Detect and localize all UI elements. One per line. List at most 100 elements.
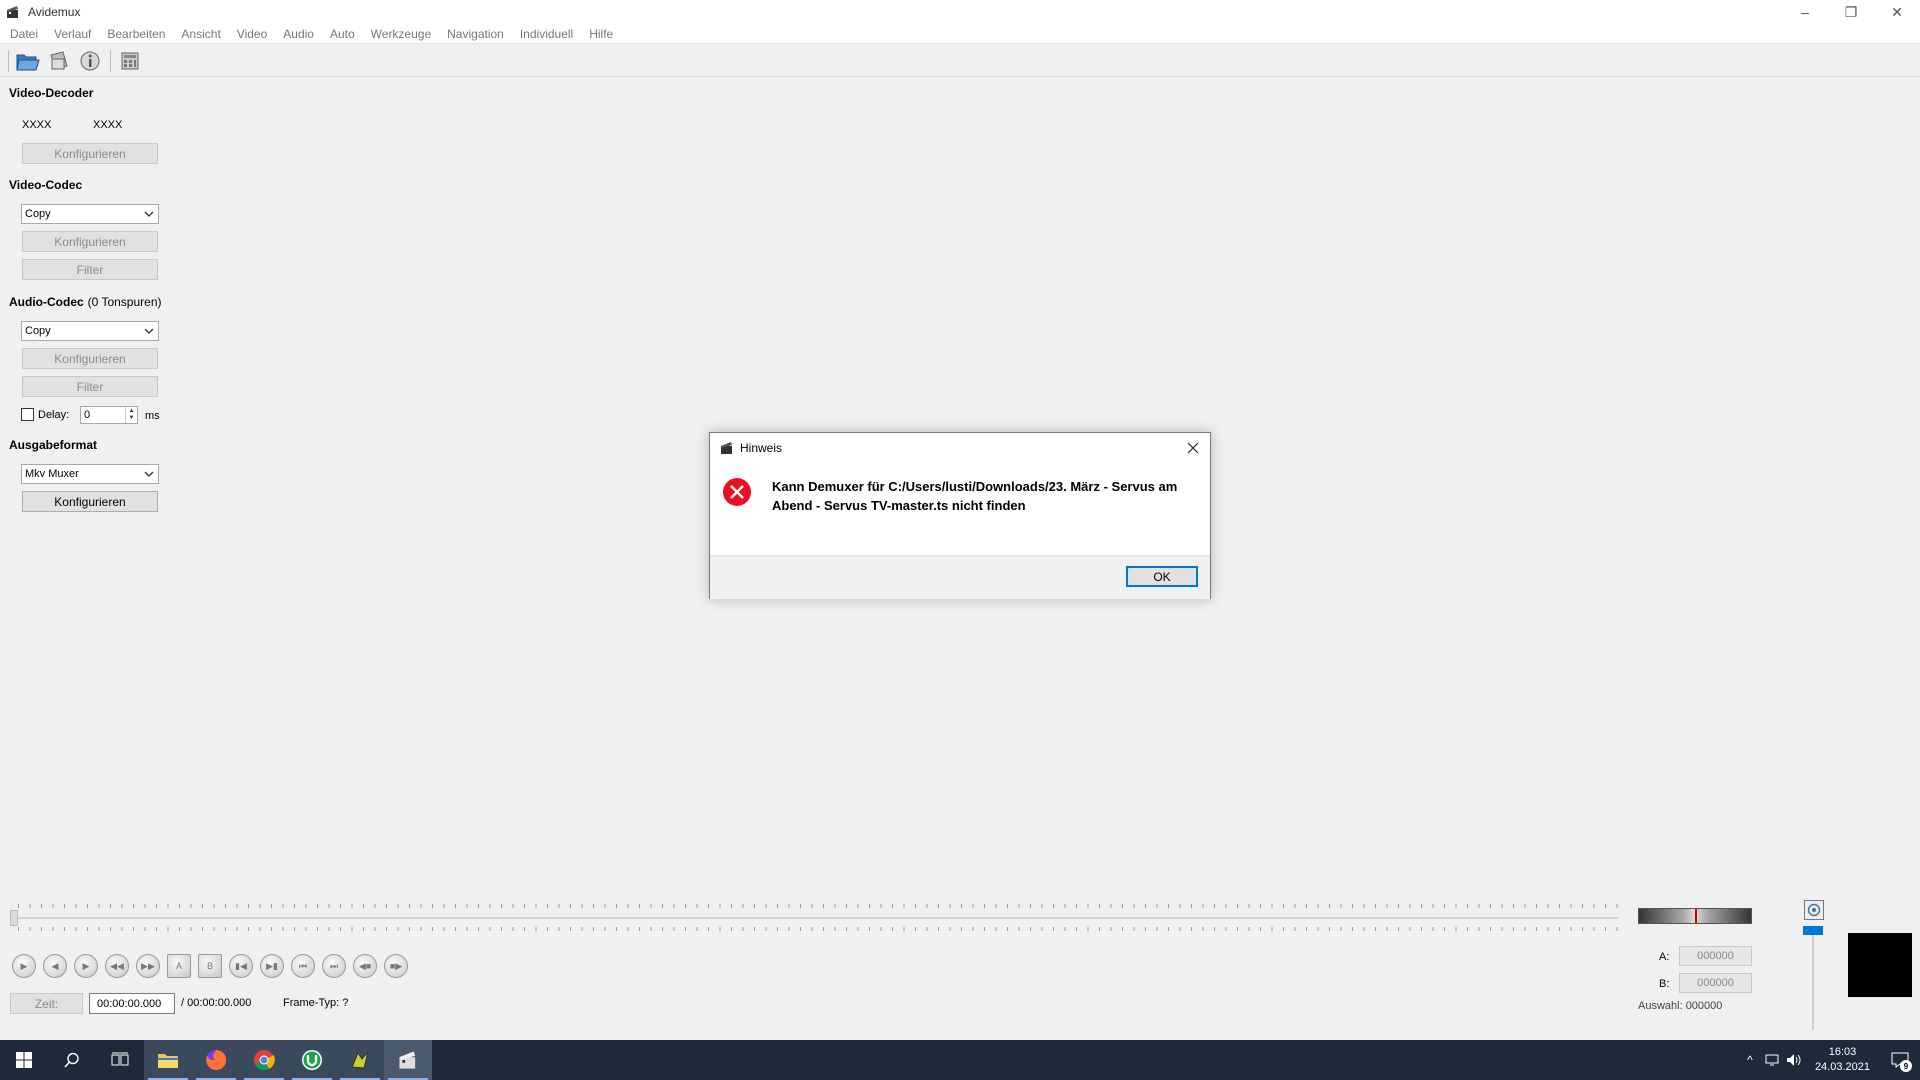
taskbar-file-explorer[interactable]	[144, 1040, 192, 1080]
network-icon-glyph	[1765, 1054, 1779, 1066]
jog-marker	[1695, 909, 1697, 923]
next-frame-button[interactable]: ▶	[74, 954, 98, 978]
volume-tray-icon[interactable]	[1783, 1040, 1805, 1080]
dialog-title-bar: Hinweis	[710, 433, 1210, 463]
set-marker-a-button[interactable]: A	[167, 954, 191, 978]
taskbar-chrome[interactable]	[240, 1040, 288, 1080]
tray-chevron-up-icon[interactable]: ^	[1739, 1040, 1761, 1080]
audio-codec-configure-button[interactable]: Konfigurieren	[22, 348, 158, 369]
selection-length: Auswahl: 000000	[1638, 1000, 1723, 1012]
playback-controls: ▶ ◀ ▶ ◀◀ ▶▶ A B ▮◀ ▶▮ ⏮ ⏭ ◀■ ■▶	[12, 954, 415, 978]
avidemux-app-icon	[7, 6, 18, 18]
video-codec-title: Video-Codec	[9, 178, 83, 192]
black-frame-forward-icon: ■▶	[389, 960, 403, 971]
taskbar-app-yellow[interactable]	[336, 1040, 384, 1080]
toolbar-separator	[8, 49, 9, 72]
dialog-message: Kann Demuxer für C:/Users/lusti/Download…	[772, 479, 1178, 513]
close-icon	[1187, 442, 1199, 454]
volume-button[interactable]	[1804, 900, 1824, 920]
menu-datei[interactable]: Datei	[2, 24, 46, 44]
error-icon	[723, 478, 751, 506]
dialog-footer: OK	[710, 555, 1210, 599]
previous-frame-button[interactable]: ◀	[43, 954, 67, 978]
start-button[interactable]	[0, 1040, 48, 1080]
next-black-frame-button[interactable]: ■▶	[384, 954, 408, 978]
menu-navigation[interactable]: Navigation	[439, 24, 512, 44]
taskbar-avidemux[interactable]	[384, 1040, 432, 1080]
menu-video[interactable]: Video	[229, 24, 275, 44]
delay-value: 0	[84, 409, 91, 421]
calculator-button[interactable]	[117, 48, 143, 74]
goto-start-button[interactable]: ⏮	[291, 954, 315, 978]
save-button[interactable]	[46, 48, 72, 74]
output-format-select[interactable]: Mkv Muxer	[21, 464, 159, 484]
output-format-configure-button[interactable]: Konfigurieren	[22, 491, 158, 512]
ok-button[interactable]: OK	[1126, 566, 1198, 587]
jog-shuttle[interactable]	[1638, 908, 1752, 924]
spin-arrows-icon[interactable]: ▲ ▼	[125, 407, 137, 423]
goto-marker-b-button[interactable]: ▶▮	[260, 954, 284, 978]
dialog-title: Hinweis	[740, 441, 783, 455]
chevron-down-icon	[144, 471, 154, 477]
menu-bearbeiten[interactable]: Bearbeiten	[99, 24, 173, 44]
previous-black-frame-button[interactable]: ◀■	[353, 954, 377, 978]
open-file-button[interactable]	[15, 48, 41, 74]
delay-spinbox[interactable]: 0 ▲ ▼	[80, 406, 138, 424]
set-marker-b-button[interactable]: B	[198, 954, 222, 978]
clock-time: 16:03	[1828, 1046, 1857, 1058]
current-time-input[interactable]: 00:00:00.000	[89, 993, 175, 1014]
goto-marker-a-button[interactable]: ▮◀	[229, 954, 253, 978]
utorrent-icon	[302, 1050, 322, 1070]
yellow-app-icon	[351, 1051, 369, 1069]
menu-werkzeuge[interactable]: Werkzeuge	[363, 24, 439, 44]
close-button[interactable]: ✕	[1874, 0, 1920, 24]
search-button[interactable]	[48, 1040, 96, 1080]
previous-keyframe-button[interactable]: ◀◀	[105, 954, 129, 978]
network-icon[interactable]	[1761, 1040, 1783, 1080]
search-icon	[64, 1052, 79, 1068]
minimize-button[interactable]: –	[1782, 0, 1828, 24]
play-button[interactable]: ▶	[12, 954, 36, 978]
next-keyframe-button[interactable]: ▶▶	[136, 954, 160, 978]
delay-unit: ms	[145, 410, 160, 422]
audio-track-count: (0 Tonspuren)	[87, 295, 162, 309]
menu-verlauf[interactable]: Verlauf	[46, 24, 99, 44]
notification-count: 9	[1900, 1060, 1912, 1072]
menu-individuell[interactable]: Individuell	[512, 24, 581, 44]
time-button[interactable]: Zeit:	[10, 993, 83, 1014]
info-button[interactable]	[77, 48, 103, 74]
rewind-icon: ◀◀	[110, 960, 124, 971]
timeline-ticks	[18, 904, 1618, 908]
volume-slider[interactable]	[1812, 930, 1814, 1030]
menu-audio[interactable]: Audio	[275, 24, 322, 44]
avidemux-app-icon	[721, 442, 732, 454]
taskbar-clock[interactable]: 16:03 24.03.2021	[1815, 1045, 1870, 1075]
video-codec-select[interactable]: Copy	[21, 204, 159, 224]
video-decoder-configure-button[interactable]: Konfigurieren	[22, 143, 158, 164]
video-codec-filter-button[interactable]: Filter	[22, 259, 158, 280]
dialog-close-button[interactable]	[1182, 437, 1204, 459]
skip-start-icon: ⏮	[298, 960, 308, 971]
calculator-icon	[121, 52, 139, 69]
taskbar-utorrent[interactable]	[288, 1040, 336, 1080]
menu-hilfe[interactable]: Hilfe	[581, 24, 621, 44]
audio-codec-select[interactable]: Copy	[21, 321, 159, 341]
taskbar-firefox[interactable]	[192, 1040, 240, 1080]
timeline-slider[interactable]	[10, 900, 1618, 936]
delay-checkbox[interactable]	[21, 408, 34, 421]
save-icon	[50, 50, 68, 70]
maximize-button[interactable]: ❐	[1828, 0, 1874, 24]
timeline-handle[interactable]	[10, 910, 18, 926]
task-view-button[interactable]	[96, 1040, 144, 1080]
arrow-right-icon: ▶	[82, 960, 90, 971]
menu-ansicht[interactable]: Ansicht	[173, 24, 228, 44]
delay-label: Delay:	[38, 409, 70, 421]
volume-slider-thumb[interactable]	[1803, 926, 1823, 935]
fast-forward-icon: ▶▶	[141, 960, 155, 971]
video-decoder-title: Video-Decoder	[9, 86, 94, 100]
goto-end-button[interactable]: ⏭	[322, 954, 346, 978]
notification-center-button[interactable]: 9	[1880, 1040, 1920, 1080]
video-codec-configure-button[interactable]: Konfigurieren	[22, 231, 158, 252]
menu-auto[interactable]: Auto	[322, 24, 363, 44]
audio-codec-filter-button[interactable]: Filter	[22, 376, 158, 397]
